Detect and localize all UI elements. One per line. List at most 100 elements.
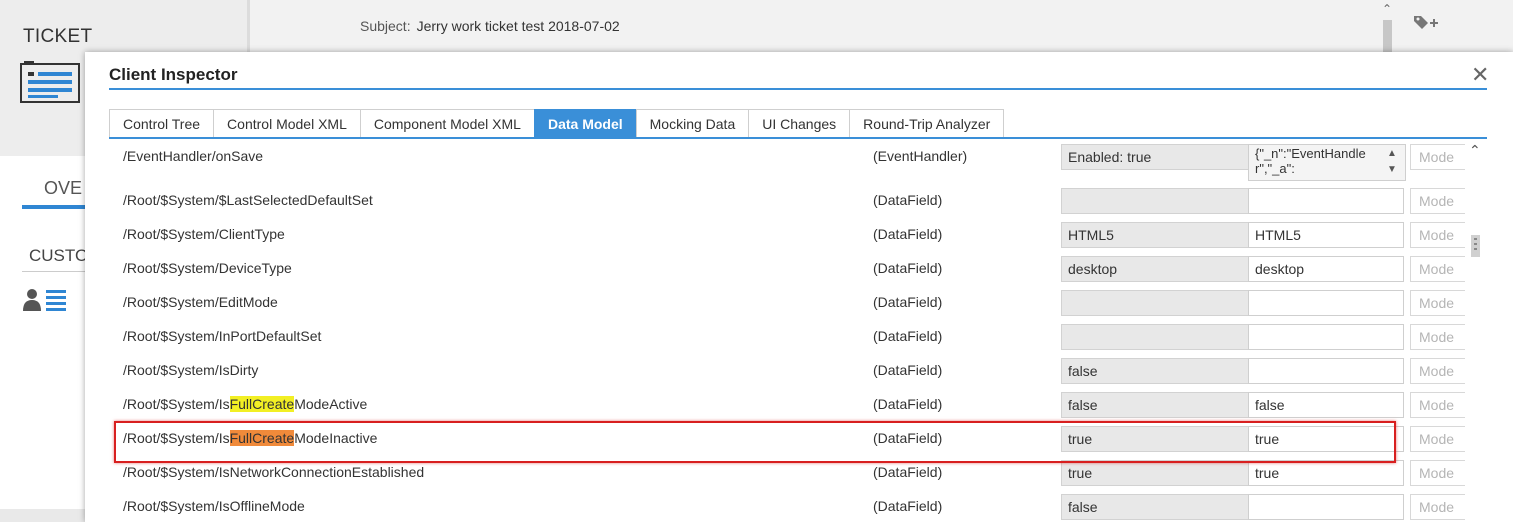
current-value-field bbox=[1061, 324, 1249, 350]
row-type: (DataField) bbox=[873, 464, 943, 480]
row-path: /Root/$System/IsNetworkConnectionEstabli… bbox=[123, 464, 425, 480]
table-row: /Root/$System/IsDirty (DataField) false Mod… bbox=[85, 354, 1465, 388]
search-match-highlight: FullCreate bbox=[229, 430, 295, 446]
search-match-highlight: FullCreate bbox=[229, 396, 295, 412]
close-icon[interactable]: ✕ bbox=[1471, 62, 1489, 88]
new-value-field[interactable]: true bbox=[1248, 426, 1404, 452]
table-row: /Root/$System/IsOfflineMode (DataField) fa… bbox=[85, 490, 1465, 520]
new-value-field[interactable] bbox=[1248, 494, 1404, 520]
mode-button[interactable]: Mode bbox=[1410, 358, 1465, 384]
subject-value: Jerry work ticket test 2018-07-02 bbox=[416, 18, 620, 34]
row-path: /Root/$System/InPortDefaultSet bbox=[123, 328, 322, 344]
overview-tab[interactable]: OVE bbox=[44, 178, 82, 199]
inspector-tabs: Control Tree Control Model XML Component… bbox=[109, 109, 1005, 138]
new-value-field[interactable]: true bbox=[1248, 460, 1404, 486]
tab-control-tree[interactable]: Control Tree bbox=[109, 109, 215, 138]
mode-button[interactable]: Mode bbox=[1410, 494, 1465, 520]
row-path: /Root/$System/IsOfflineMode bbox=[123, 498, 305, 514]
new-value-textarea[interactable]: {"_n":"EventHandler","_a": bbox=[1248, 144, 1406, 181]
table-row: /Root/$System/ClientType (DataField) HTML5… bbox=[85, 218, 1465, 252]
table-row: /Root/$System/IsNetworkConnectionEstabli… bbox=[85, 456, 1465, 490]
scroll-thumb[interactable] bbox=[1383, 20, 1392, 56]
row-path: /Root/$System/DeviceType bbox=[123, 260, 292, 276]
background-scrollbar[interactable]: ⌃ bbox=[1379, 0, 1397, 60]
tag-plus-icon[interactable] bbox=[1413, 14, 1439, 37]
ticket-label: TICKET bbox=[23, 26, 93, 47]
current-value-field: false bbox=[1061, 358, 1249, 384]
title-divider bbox=[109, 88, 1487, 90]
new-value-field[interactable] bbox=[1248, 324, 1404, 350]
row-type: (EventHandler) bbox=[873, 148, 968, 164]
customer-section-label: CUSTO bbox=[29, 246, 89, 265]
new-value-field[interactable] bbox=[1248, 358, 1404, 384]
row-type: (DataField) bbox=[873, 362, 943, 378]
list-scroll-up-icon[interactable]: ⌃ bbox=[1469, 142, 1481, 159]
row-path-suffix: ModeActive bbox=[294, 396, 368, 412]
mode-button[interactable]: Mode bbox=[1410, 426, 1465, 452]
row-path: /Root/$System/ClientType bbox=[123, 226, 285, 242]
mode-button[interactable]: Mode bbox=[1410, 392, 1465, 418]
row-path: /Root/$System/IsDirty bbox=[123, 362, 259, 378]
row-path: /Root/$System/EditMode bbox=[123, 294, 278, 310]
current-value-field: desktop bbox=[1061, 256, 1249, 282]
ticket-icon bbox=[20, 61, 80, 103]
table-row: /Root/$System/IsFullCreateModeInactive (D… bbox=[85, 422, 1465, 456]
row-path: /EventHandler/onSave bbox=[123, 148, 264, 164]
row-path: /Root/$System/IsFullCreateModeInactive bbox=[123, 430, 377, 446]
row-type: (DataField) bbox=[873, 430, 943, 446]
current-value-field: Enabled: true bbox=[1061, 144, 1249, 170]
current-value-field: false bbox=[1061, 494, 1249, 520]
current-value-field: true bbox=[1061, 460, 1249, 486]
table-row: /Root/$System/EditMode (DataField) Mode bbox=[85, 286, 1465, 320]
table-row: /Root/$System/InPortDefaultSet (DataField… bbox=[85, 320, 1465, 354]
mode-button[interactable]: Mode bbox=[1410, 144, 1465, 170]
mode-button[interactable]: Mode bbox=[1410, 188, 1465, 214]
row-path: /Root/$System/IsFullCreateModeActive bbox=[123, 396, 367, 412]
client-inspector-dialog: Client Inspector ✕ Control Tree Control … bbox=[85, 52, 1513, 522]
tag-icon bbox=[1414, 16, 1438, 29]
list-scroll-thumb[interactable] bbox=[1471, 235, 1480, 257]
row-type: (DataField) bbox=[873, 498, 943, 514]
mode-button[interactable]: Mode bbox=[1410, 222, 1465, 248]
tab-control-model-xml[interactable]: Control Model XML bbox=[213, 109, 361, 138]
current-value-field bbox=[1061, 188, 1249, 214]
row-type: (DataField) bbox=[873, 260, 943, 276]
new-value-field[interactable]: desktop bbox=[1248, 256, 1404, 282]
textarea-scroll-icon[interactable]: ▲ ▼ bbox=[1387, 146, 1397, 178]
table-row: /Root/$System/IsFullCreateModeActive (Dat… bbox=[85, 388, 1465, 422]
current-value-field: true bbox=[1061, 426, 1249, 452]
row-path-prefix: /Root/$System/Is bbox=[123, 430, 230, 446]
new-value-field[interactable] bbox=[1248, 188, 1404, 214]
subject-label: Subject: bbox=[360, 18, 411, 34]
table-row: /Root/$System/DeviceType (DataField) deskt… bbox=[85, 252, 1465, 286]
new-value-field[interactable] bbox=[1248, 290, 1404, 316]
subject-line: Subject: Jerry work ticket test 2018-07-0… bbox=[360, 18, 620, 34]
row-type: (DataField) bbox=[873, 192, 943, 208]
mode-button[interactable]: Mode bbox=[1410, 460, 1465, 486]
row-type: (DataField) bbox=[873, 294, 943, 310]
new-value-field[interactable]: false bbox=[1248, 392, 1404, 418]
new-value-field[interactable]: HTML5 bbox=[1248, 222, 1404, 248]
tab-component-model-xml[interactable]: Component Model XML bbox=[359, 109, 535, 138]
table-row: /Root/$System/$LastSelectedDefaultSet (Da… bbox=[85, 184, 1465, 218]
row-type: (DataField) bbox=[873, 328, 943, 344]
mode-button[interactable]: Mode bbox=[1410, 256, 1465, 282]
table-row: /EventHandler/onSave (EventHandler) Enable… bbox=[85, 140, 1465, 182]
dialog-title: Client Inspector bbox=[109, 65, 238, 84]
scroll-up-icon[interactable]: ⌃ bbox=[1382, 2, 1392, 16]
tab-round-trip-analyzer[interactable]: Round-Trip Analyzer bbox=[849, 109, 1005, 138]
tab-ui-changes[interactable]: UI Changes bbox=[748, 109, 851, 138]
data-model-list: /EventHandler/onSave (EventHandler) Enable… bbox=[85, 140, 1465, 520]
tab-data-model[interactable]: Data Model bbox=[533, 109, 637, 138]
current-value-field: HTML5 bbox=[1061, 222, 1249, 248]
row-path-suffix: ModeInactive bbox=[294, 430, 378, 446]
row-path-prefix: /Root/$System/Is bbox=[123, 396, 230, 412]
row-path: /Root/$System/$LastSelectedDefaultSet bbox=[123, 192, 373, 208]
tabs-divider bbox=[109, 137, 1487, 139]
tab-mocking-data[interactable]: Mocking Data bbox=[635, 109, 750, 138]
current-value-field: false bbox=[1061, 392, 1249, 418]
mode-button[interactable]: Mode bbox=[1410, 324, 1465, 350]
mode-button[interactable]: Mode bbox=[1410, 290, 1465, 316]
current-value-field bbox=[1061, 290, 1249, 316]
customer-list-icon[interactable] bbox=[22, 287, 68, 313]
